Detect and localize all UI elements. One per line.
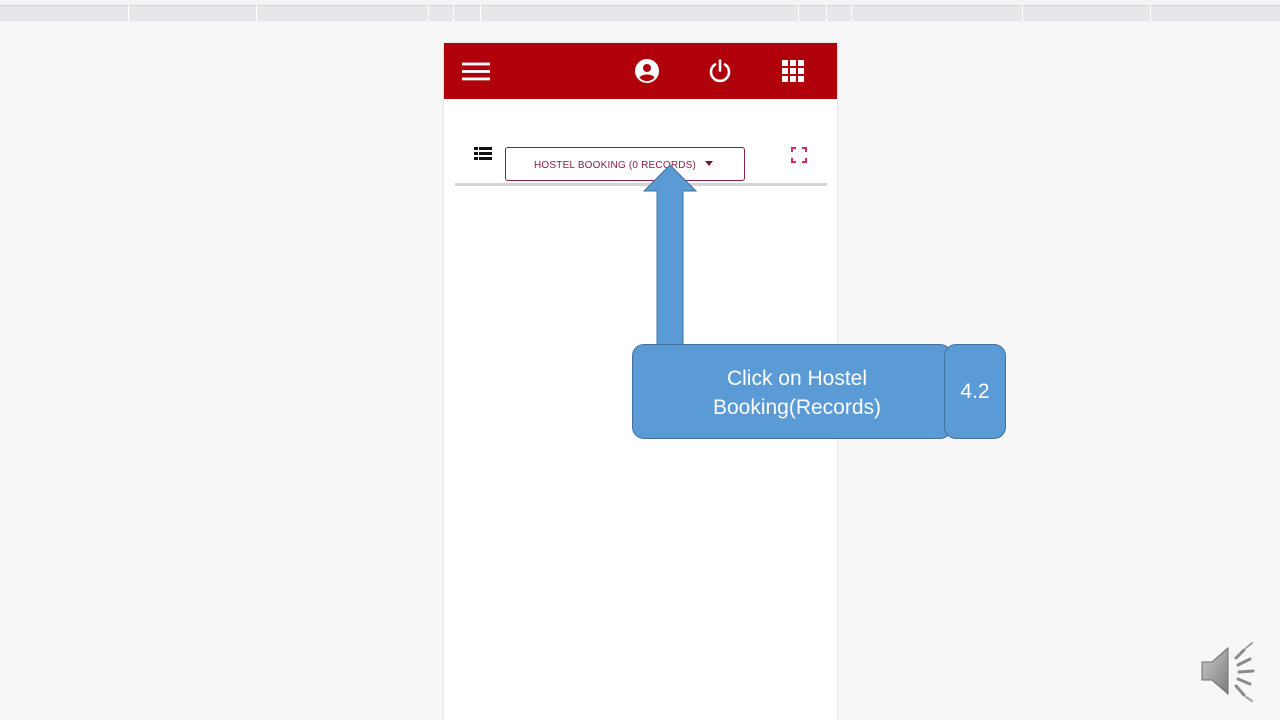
instruction-line-2: Booking(Records) (712, 396, 882, 419)
instruction-text: Click on Hostel Booking(Records) (633, 364, 961, 422)
step-number-badge: 4.2 (944, 344, 1006, 439)
speaker-icon[interactable] (1198, 640, 1264, 702)
instruction-line-1: Click on Hostel (726, 367, 868, 390)
instruction-callout: Click on Hostel Booking(Records) (632, 344, 952, 439)
